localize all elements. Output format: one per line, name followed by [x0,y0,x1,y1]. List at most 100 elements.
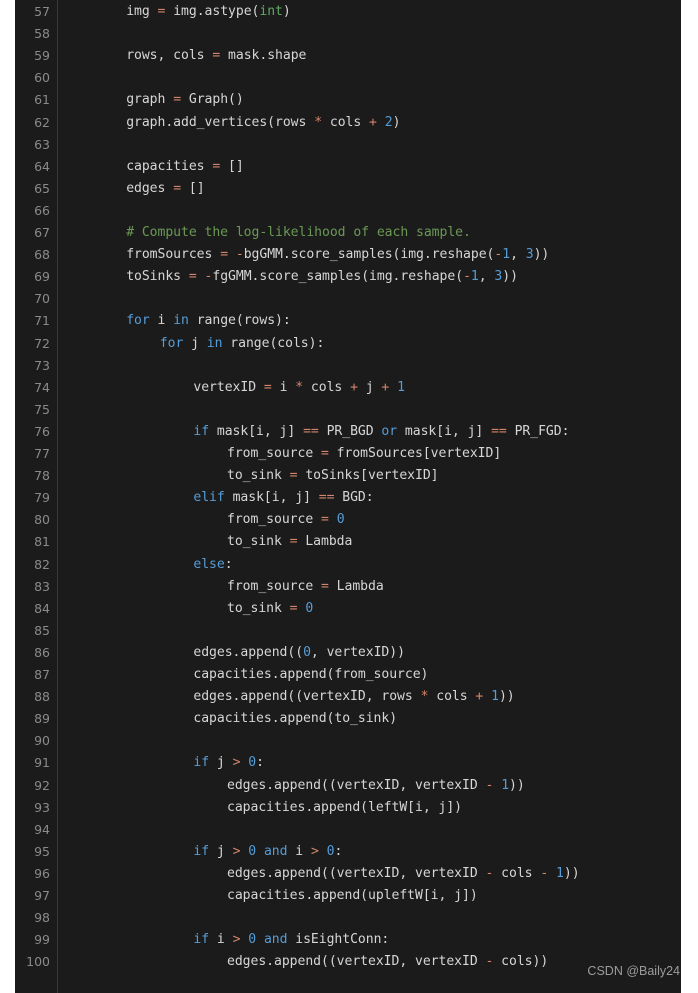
code-token-def [228,247,236,262]
code-token-def: capacities [126,158,213,174]
code-token-kw: for [159,335,184,351]
code-line[interactable]: edges.append((vertexID, vertexID - 1)) [227,775,525,797]
code-line[interactable]: elif mask[i, j] == BGD: [193,487,373,509]
code-token-op: = [188,269,197,285]
code-line[interactable]: if i > 0 and isEightConn: [193,929,389,951]
code-line[interactable]: edges.append((vertexID, vertexID - cols … [227,863,580,885]
code-token-op: = [289,534,298,550]
code-token-op: = [321,446,329,461]
code-token-def: PR_FGD: [506,423,570,439]
code-line[interactable]: to_sink = Lambda [227,531,352,553]
code-line[interactable]: capacities = [] [126,156,244,178]
code-token-def: j [357,379,382,395]
code-line[interactable]: for j in range(cols): [160,333,325,355]
code-line[interactable]: from_source = fromSources[vertexID] [227,443,501,465]
code-token-kw: if [193,843,210,859]
code-line[interactable]: toSinks = -fgGMM.score_samples(img.resha… [126,266,518,288]
line-number: 80 [34,512,50,528]
code-line[interactable]: if j > 0 and i > 0: [193,841,342,863]
code-token-op: = [173,92,182,108]
code-line[interactable]: to_sink = 0 [227,598,313,620]
line-number: 95 [34,843,50,859]
line-number: 76 [34,423,50,439]
code-token-kw: if [193,423,210,439]
code-line[interactable]: to_sink = toSinks[vertexID] [227,465,439,487]
line-number: 94 [34,821,50,837]
code-token-kw: else [193,556,225,572]
code-token-def: toSinks[vertexID] [297,468,439,484]
code-token-op: == [318,490,335,506]
code-token-op: - [540,865,549,881]
line-number: 91 [34,755,50,771]
code-line[interactable]: if mask[i, j] == PR_BGD or mask[i, j] ==… [193,421,569,443]
line-number: 58 [34,26,50,42]
code-token-def: mask[i, j] [209,423,304,439]
code-editor-panel: 57 58 59 60 61 62 63 64 65 66 67 68 69 70 71 72 73 74 75 76… [15,0,681,993]
code-line[interactable]: img = img.astype(int) [126,1,291,23]
code-screenshot: 57 58 59 60 61 62 63 64 65 66 67 68 69 70 71 72 73 74 75 76… [0,0,698,993]
code-token-def: cols [493,865,541,881]
code-token-op: = [289,468,298,484]
code-token-def: Lambda [297,534,353,550]
code-line[interactable]: edges = [] [126,178,204,200]
code-line[interactable]: for i in range(rows): [126,310,291,332]
code-token-op: - [235,247,244,263]
code-token-def: BGD: [334,490,374,506]
code-token-def: toSinks [126,269,189,285]
code-line[interactable]: capacities.append(from_source) [193,664,428,686]
code-token-kw: in [173,313,189,329]
code-token-def: range(cols): [222,335,325,351]
code-line[interactable]: edges.append((vertexID, vertexID - cols)… [227,951,548,973]
code-line[interactable]: else: [193,554,232,576]
code-token-def: j [209,843,233,859]
code-line[interactable]: capacities.append(upleftW[i, j]) [227,885,478,907]
code-line[interactable]: capacities.append(to_sink) [193,708,397,730]
code-token-def: : [224,556,233,572]
line-number: 84 [34,600,50,616]
code-token-def: j [183,335,207,351]
code-token-def: graph.add_vertices(rows [126,114,315,130]
code-line[interactable]: # Compute the log-likelihood of each sam… [126,222,471,244]
code-token-op: = [173,180,182,196]
code-token-num: 2 [384,114,393,130]
code-line[interactable]: edges.append((0, vertexID)) [193,642,405,664]
code-token-op: = [289,600,298,616]
code-token-def: [] [181,180,205,196]
code-line[interactable]: edges.append((vertexID, rows * cols + 1)… [193,686,514,708]
code-line[interactable]: from_source = 0 [227,509,345,531]
line-number: 62 [34,114,50,130]
code-line[interactable]: fromSources = -bgGMM.score_samples(img.r… [126,244,549,266]
line-number: 92 [34,777,50,793]
code-line[interactable]: graph = Graph() [126,89,244,111]
code-line[interactable]: graph.add_vertices(rows * cols + 2) [126,112,400,134]
line-number: 67 [34,225,50,240]
code-token-def: : [334,843,343,859]
code-token-kw: or [381,423,398,439]
code-token-kw: if [193,755,210,771]
code-token-def: from_source [227,512,321,528]
line-number: 57 [34,4,50,19]
code-token-def [389,380,397,395]
code-line[interactable]: vertexID = i * cols + j + 1 [193,377,405,399]
code-line[interactable]: capacities.append(leftW[i, j]) [227,797,462,819]
csdn-watermark: CSDN @Baily24 [587,964,680,978]
code-token-def: rows, cols [126,48,213,64]
line-number: 65 [34,180,50,196]
code-line[interactable]: rows, cols = mask.shape [126,45,306,67]
line-number: 59 [34,48,50,64]
code-token-def [548,866,556,881]
code-content-area[interactable]: img = img.astype(int) rows, cols = mask.s… [59,0,681,993]
code-token-def [377,115,385,130]
code-token-def: cols [322,114,370,130]
code-token-def: cols [428,689,476,705]
line-number: 87 [34,667,50,682]
line-number: 63 [34,136,50,152]
code-token-kw: and [263,932,288,948]
code-token-def: )) [502,269,518,285]
code-token-def: ) [282,4,291,19]
code-line[interactable]: if j > 0: [193,752,264,774]
line-number: 60 [34,70,50,86]
code-token-op: = [321,512,329,528]
line-number: 100 [26,954,50,970]
code-line[interactable]: from_source = Lambda [227,576,384,598]
